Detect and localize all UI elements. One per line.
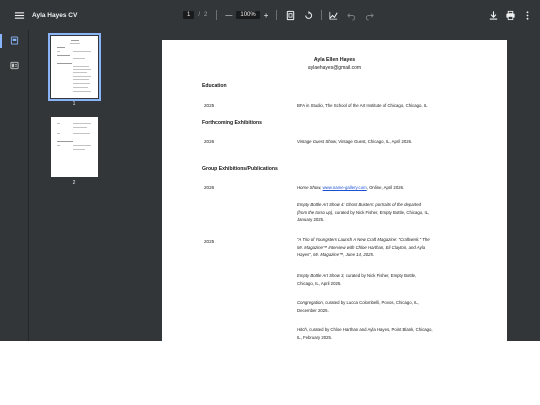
thumb-line <box>73 83 90 84</box>
thumbnail-sidebar: 1 2 <box>0 30 131 341</box>
thumbnail-page-number: 1 <box>72 101 76 107</box>
entry-line: IL, February 2025. <box>297 334 333 340</box>
entry-title: Horse Show, <box>297 185 322 190</box>
thumb-line <box>57 47 65 48</box>
rotate-icon[interactable] <box>301 8 315 22</box>
sidebar-icon-rail <box>0 30 29 341</box>
divider <box>321 10 323 20</box>
thumb-line <box>73 87 88 88</box>
entry-line: Congregation, curated by Lucca Colombell… <box>297 299 472 307</box>
divider <box>276 10 278 20</box>
thumb-line <box>73 72 87 73</box>
group-entry-empty-bottle-3: Empty Bottle Art Show 3, curated by Nick… <box>297 272 472 287</box>
thumb-line <box>73 69 91 70</box>
group-entry-craftwerk: "A Trio of Youngsters Launch A New Craft… <box>297 236 472 259</box>
entry-line: Mr. Magazine™ Interview with Chloe Harth… <box>297 244 426 250</box>
forthcoming-entry: Vintage Guest Show, Vintage Guest, Chica… <box>297 138 472 146</box>
zoom-in-button[interactable]: + <box>264 11 269 20</box>
entry-line: January 2025. <box>297 217 325 222</box>
thumb-line <box>57 133 60 134</box>
pdf-viewer: Ayla Hayes CV 1 / 2 — 100% + 1 2 Ayla El… <box>0 0 540 341</box>
page-thumbnail-1[interactable] <box>48 33 101 101</box>
entry-title: (from the torso up), <box>297 209 334 215</box>
page-total: 2 <box>204 12 208 18</box>
thumb-line <box>73 145 91 146</box>
forthcoming-year: 2026 <box>204 139 215 144</box>
page-separator: / <box>198 12 201 18</box>
group-year-2026: 2026 <box>204 185 215 190</box>
entry-line: December 2025. <box>297 307 329 313</box>
thumb-line <box>73 91 91 92</box>
entry-line: Empty Bottle Art Show 3, curated by Nick… <box>297 272 472 280</box>
thumb-line <box>70 43 80 44</box>
thumb-line <box>73 123 91 124</box>
entry-text: curated by Lucca Colombelli, Povos, Chic… <box>324 300 419 305</box>
divider <box>216 10 218 20</box>
print-icon[interactable] <box>503 8 517 22</box>
thumb-line <box>73 133 90 134</box>
zoom-out-button[interactable]: — <box>225 12 232 19</box>
thumb-line <box>73 58 85 59</box>
entry-line: Hayes", Mr. Magazine™, June 14, 2025. <box>297 252 375 257</box>
entry-text: , Online, April 2026. <box>366 185 405 190</box>
entry-title-line: Empty Bottle Art Show 4: Ghost Busters: … <box>297 202 422 207</box>
thumbnails-view-icon[interactable] <box>9 35 20 46</box>
thumb-line <box>73 127 87 128</box>
section-heading-forthcoming: Forthcoming Exhibitions <box>202 120 262 126</box>
entry-title: Hitch, <box>297 327 308 332</box>
thumb-line <box>73 66 89 67</box>
education-entry: BFA in Studio, The School of the Art Ins… <box>297 103 428 108</box>
entry-title: Empty Bottle Art Show 3, <box>297 273 345 278</box>
thumb-line <box>57 141 73 142</box>
redo-icon[interactable] <box>362 8 376 22</box>
entry-title: Vintage Guest Show, <box>297 139 338 144</box>
download-icon[interactable] <box>486 8 500 22</box>
entry-line: Hitch, curated by Chloe Harthan and Ayla… <box>297 326 472 334</box>
thumb-line <box>57 51 60 52</box>
group-entry-empty-bottle-4: Empty Bottle Art Show 4: Ghost Busters: … <box>297 201 472 224</box>
page-number-input[interactable]: 1 <box>183 11 195 19</box>
thumb-line <box>57 63 72 64</box>
outline-view-icon[interactable] <box>9 60 20 71</box>
entry-line: (from the torso up), curated by Nick Fis… <box>297 209 472 217</box>
cv-name: Ayla Ellen Hayes <box>313 57 356 63</box>
cv-email: aylaehayes@gmail.com <box>307 65 362 71</box>
group-entry-congregation: Congregation, curated by Lucca Colombell… <box>297 299 472 314</box>
entry-title: Congregation, <box>297 300 324 305</box>
thumb-line <box>57 123 60 124</box>
entry-text: curated by Chloe Harthan and Ayla Hayes,… <box>307 327 433 332</box>
entry-text: Vintage Guest, Chicago, IL, April 2026. <box>337 139 413 144</box>
undo-icon[interactable] <box>344 8 358 22</box>
annotate-icon[interactable] <box>326 8 340 22</box>
thumb-line <box>57 55 70 56</box>
thumb-line <box>73 79 89 80</box>
thumb-line <box>73 76 91 77</box>
gallery-link[interactable]: www.name-gallery.com <box>323 185 367 190</box>
document-title: Ayla Hayes CV <box>32 11 78 19</box>
toolbar: Ayla Hayes CV 1 / 2 — 100% + <box>0 0 540 30</box>
entry-text: curated by Nick Fisher, Empty Bottle, <box>344 273 417 278</box>
more-options-icon[interactable] <box>520 8 534 22</box>
section-heading-education: Education <box>202 83 227 89</box>
group-entry-hitch: Hitch, curated by Chloe Harthan and Ayla… <box>297 326 472 341</box>
fit-page-icon[interactable] <box>283 8 297 22</box>
entry-line: Chicago, IL, April 2025. <box>297 280 342 286</box>
zoom-level-input[interactable]: 100% <box>236 11 260 19</box>
entry-text: curated by Nick Fisher, Empty Bottle, Ch… <box>333 209 430 215</box>
education-year: 2025 <box>204 103 215 108</box>
section-heading-group: Group Exhibitions/Publications <box>202 166 278 172</box>
thumb-line <box>71 40 79 41</box>
thumb-line <box>73 51 91 52</box>
group-entry-horse-show: Horse Show, www.name-gallery.com, Online… <box>297 184 472 192</box>
thumb-line <box>57 145 60 146</box>
thumb-line <box>73 149 85 150</box>
thumbnail-page-number: 2 <box>72 180 76 186</box>
entry-line: "A Trio of Youngsters Launch A New Craft… <box>297 237 430 242</box>
page-thumbnail-2[interactable] <box>51 117 98 177</box>
document-area[interactable]: Ayla Ellen Hayes aylaehayes@gmail.com Ed… <box>131 30 540 341</box>
group-year-2025: 2025 <box>204 239 215 244</box>
menu-icon[interactable] <box>12 8 26 22</box>
pdf-page-1: Ayla Ellen Hayes aylaehayes@gmail.com Ed… <box>162 40 507 341</box>
active-indicator <box>0 34 2 48</box>
